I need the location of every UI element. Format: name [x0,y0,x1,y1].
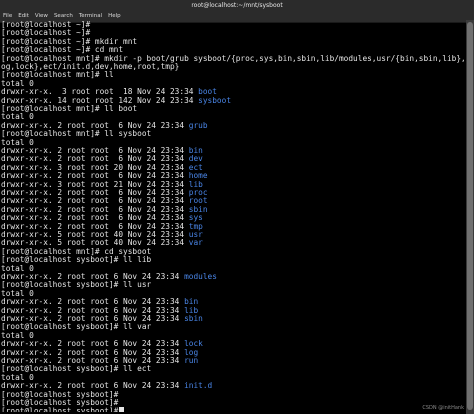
line-text: [root@localhost sysboot]# [1,406,119,412]
directory-name: sbin [184,314,203,323]
terminal-line: [root@localhost sysboot]# [1,407,124,412]
text-cursor [119,407,124,412]
directory-name: sysboot [198,95,232,105]
directory-name: var [188,238,203,248]
watermark: CSDN @initHank [422,405,464,411]
directory-name: modules [184,272,217,281]
scrollbar[interactable] [466,20,474,414]
directory-name: init.d [184,381,213,391]
window-title: root@localhost:~/mnt/sysboot [191,2,283,9]
scrollbar-thumb[interactable] [467,22,473,410]
terminal-window: root@localhost:~/mnt/sysboot File Edit V… [0,0,474,414]
terminal-output[interactable]: [root@localhost ~]# [root@localhost ~]# [r… [0,20,466,412]
line-text: [root@localhost sysboot]# [1,398,119,407]
directory-name: run [184,356,199,365]
directory-name: grub [188,120,208,130]
